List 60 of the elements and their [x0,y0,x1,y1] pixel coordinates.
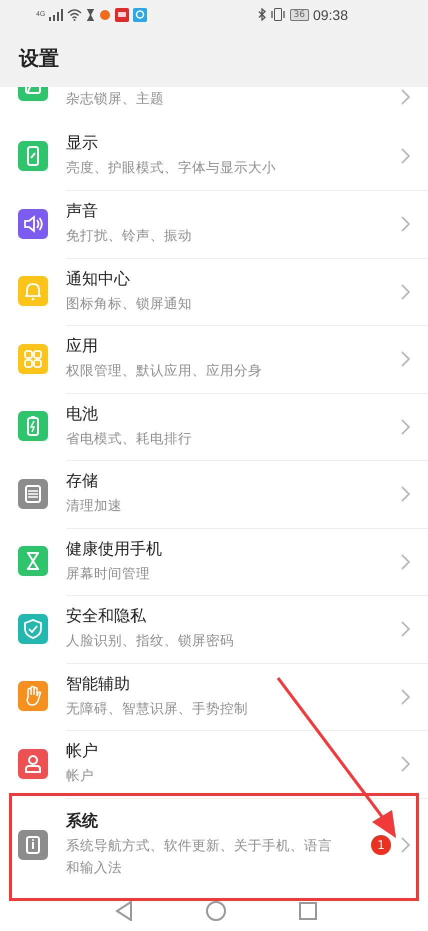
item-subtitle: 图标角标、锁屏通知 [66,294,193,314]
item-subtitle: 无障碍、智慧识屏、手势控制 [66,700,249,719]
item-subtitle: 杂志锁屏、主题 [66,90,165,109]
clock-time: 09:38 [312,6,348,23]
item-title: 显示 [66,133,99,154]
chevron-right-icon [401,148,410,164]
item-title: 安全和隐私 [66,606,147,628]
item-subtitle: 清理加速 [66,497,123,516]
bluetooth-icon [258,8,266,22]
notification-badge: 1 [371,835,391,856]
item-subtitle: 系统导航方式、软件更新、关于手机、语言和输入法 [66,837,333,878]
signal-icon [49,8,64,21]
item-subtitle: 亮度、护眼模式、字体与显示大小 [66,159,277,178]
chevron-right-icon [401,486,410,502]
chevron-right-icon [401,837,410,854]
item-title: 系统 [66,811,99,832]
settings-item[interactable]: 声音 免打扰、铃声、振动 [0,190,428,258]
app-notification-icon [133,8,148,22]
app-notification-icon [115,8,130,22]
item-title: 应用 [66,336,99,358]
item-title: 帐户 [66,741,99,762]
chevron-right-icon [401,554,410,570]
settings-item[interactable]: 存储 清理加速 [0,460,428,528]
item-subtitle: 权限管理、默认应用、应用分身 [66,362,263,382]
settings-item[interactable]: 智能辅助 无障碍、智慧识屏、手势控制 [0,662,428,730]
item-subtitle: 帐户 [66,767,95,786]
chevron-right-icon [401,418,410,435]
settings-item[interactable]: 安全和隐私 人脸识别、指纹、锁屏密码 [0,595,428,663]
hourglass-icon [86,8,96,21]
item-subtitle: 省电模式、耗电排行 [66,430,193,449]
chevron-right-icon [401,351,410,368]
settings-item[interactable]: 健康使用手机 屏幕时间管理 [0,528,428,596]
settings-item[interactable]: 应用 权限管理、默认应用、应用分身 [0,325,428,393]
settings-item[interactable]: 通知中心 图标角标、锁屏通知 [0,258,428,326]
battery-indicator: 36 [290,8,309,21]
chevron-right-icon [401,756,410,772]
item-title: 健康使用手机 [66,538,163,560]
item-subtitle: 屏幕时间管理 [66,564,151,584]
app-notification-icon [99,8,112,21]
item-title: 声音 [66,201,99,222]
recent-apps-icon[interactable] [299,902,317,920]
chevron-right-icon [401,284,410,300]
back-icon[interactable] [115,901,133,922]
chevron-right-icon [401,688,410,705]
chevron-right-icon [401,621,410,638]
settings-item[interactable]: 帐户 帐户 [0,730,428,798]
item-subtitle: 人脸识别、指纹、锁屏密码 [66,632,235,652]
item-title: 智能辅助 [66,674,131,695]
chevron-right-icon [401,216,410,232]
settings-item[interactable]: 显示 亮度、护眼模式、字体与显示大小 [0,122,428,190]
vibrate-icon [270,8,286,22]
page-title: 设置 [19,44,59,72]
chevron-right-icon [401,88,410,105]
item-title: 电池 [66,404,99,425]
home-icon[interactable] [206,901,226,922]
item-title: 存储 [66,471,99,492]
settings-item[interactable]: 电池 省电模式、耗电排行 [0,392,428,460]
wifi-icon [67,8,82,21]
item-subtitle: 免打扰、铃声、振动 [66,227,193,246]
item-title: 通知中心 [66,268,131,290]
